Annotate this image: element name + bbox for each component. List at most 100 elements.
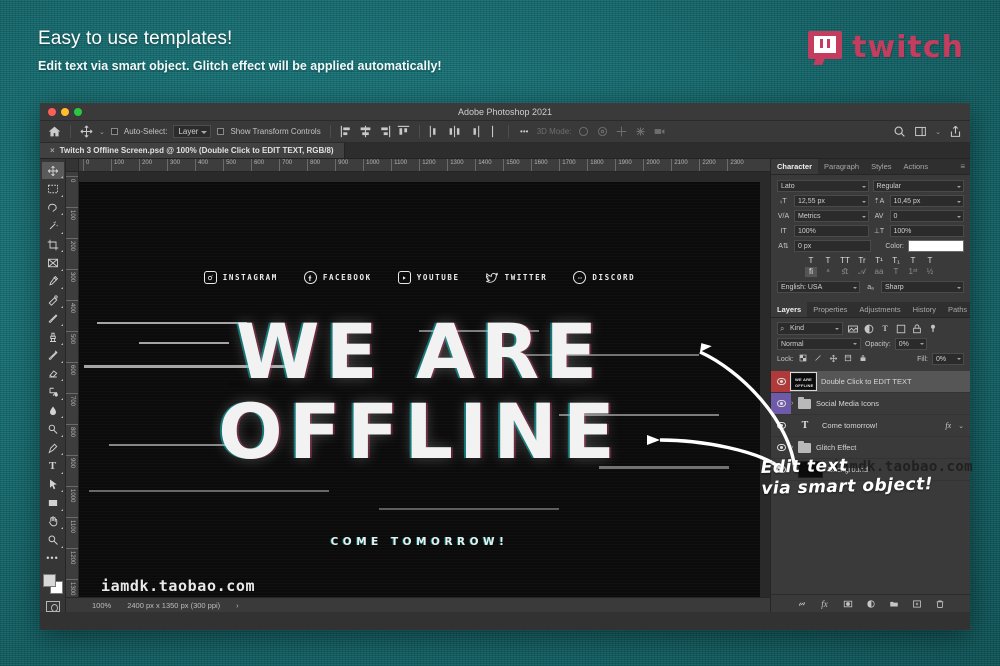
brush-tool[interactable] bbox=[42, 310, 64, 327]
color-swatches[interactable] bbox=[42, 573, 64, 594]
path-selection-tool[interactable] bbox=[42, 476, 64, 493]
foreground-color-swatch[interactable] bbox=[42, 573, 56, 587]
lock-position-icon[interactable] bbox=[828, 354, 839, 365]
zoom-tool[interactable] bbox=[42, 531, 64, 548]
lock-artboard-icon[interactable] bbox=[843, 354, 854, 364]
align-left-icon[interactable] bbox=[340, 125, 353, 138]
font-family-select[interactable]: Lato bbox=[777, 180, 869, 192]
hand-tool[interactable] bbox=[42, 513, 64, 530]
auto-select-checkbox[interactable] bbox=[110, 128, 118, 135]
adjustment-filter-icon[interactable] bbox=[863, 323, 875, 335]
delete-layer-icon[interactable] bbox=[934, 598, 945, 609]
kerning-field[interactable]: Metrics bbox=[794, 210, 869, 222]
tab-actions[interactable]: Actions bbox=[898, 159, 935, 174]
more-tools-icon[interactable]: ••• bbox=[42, 550, 64, 567]
vertical-scale-field[interactable]: 100% bbox=[794, 225, 869, 237]
more-options-icon[interactable]: ••• bbox=[518, 125, 531, 138]
layer-visibility-toggle[interactable] bbox=[771, 371, 791, 392]
pen-tool[interactable] bbox=[42, 439, 64, 456]
standard-ligatures-button[interactable]: fi bbox=[805, 267, 817, 277]
shape-tool[interactable] bbox=[42, 494, 64, 512]
align-center-h-icon[interactable] bbox=[359, 125, 372, 138]
gradient-tool[interactable] bbox=[42, 383, 64, 401]
type-filter-icon[interactable]: T bbox=[879, 323, 891, 335]
distribute-right-icon[interactable] bbox=[467, 125, 480, 138]
pixel-filter-icon[interactable] bbox=[847, 323, 859, 335]
small-caps-button[interactable]: Tr bbox=[856, 256, 868, 265]
distribute-left-icon[interactable] bbox=[429, 125, 442, 138]
language-select[interactable]: English: USA bbox=[777, 281, 860, 293]
tab-history[interactable]: History bbox=[907, 302, 942, 317]
layer-style-icon[interactable]: fx bbox=[819, 598, 830, 609]
distribute-center-icon[interactable] bbox=[448, 125, 461, 138]
group-expand-icon[interactable]: › bbox=[791, 444, 798, 451]
stylistic-alternates-button[interactable]: T bbox=[890, 267, 902, 277]
move-tool[interactable] bbox=[41, 162, 64, 180]
document-tab[interactable]: × Twitch 3 Offline Screen.psd @ 100% (Do… bbox=[40, 143, 345, 158]
underline-button[interactable]: T bbox=[907, 256, 919, 265]
italic-button[interactable]: T bbox=[822, 256, 834, 265]
dodge-tool[interactable] bbox=[42, 420, 64, 438]
layer-kind-filter[interactable]: Kind bbox=[777, 322, 843, 335]
lasso-tool[interactable] bbox=[42, 199, 64, 216]
align-right-icon[interactable] bbox=[378, 125, 391, 138]
ordinals-button[interactable]: 1ˢᵗ bbox=[907, 267, 919, 277]
canvas-viewport[interactable]: INSTAGRAM FACEBOOK YOUTUBE TWITTER DISCO… bbox=[79, 172, 770, 597]
chevron-down-icon[interactable]: ⌄ bbox=[958, 422, 964, 430]
adjustment-layer-icon[interactable] bbox=[865, 598, 876, 609]
subscript-button[interactable]: T₁ bbox=[890, 256, 902, 265]
tab-adjustments[interactable]: Adjustments bbox=[853, 302, 906, 317]
align-top-icon[interactable] bbox=[397, 125, 410, 138]
layer-effects-icon[interactable]: fx bbox=[945, 421, 951, 430]
layer-row[interactable]: WE ARE OFFLINE Double Click to EDIT TEXT bbox=[771, 371, 970, 393]
tab-character[interactable]: Character bbox=[771, 159, 819, 174]
opentype-buttons[interactable]: fi ᵃ ﬆ 𝒜 aa T 1ˢᵗ ½ bbox=[777, 267, 964, 277]
discretionary-ligatures-button[interactable]: ﬆ bbox=[839, 267, 851, 277]
smartobject-filter-icon[interactable] bbox=[911, 323, 923, 335]
workspace-icon[interactable] bbox=[914, 125, 927, 138]
layer-row[interactable]: › Social Media Icons bbox=[771, 393, 970, 415]
distribute-vertical-icon[interactable] bbox=[486, 125, 499, 138]
tab-properties[interactable]: Properties bbox=[807, 302, 853, 317]
layer-mask-icon[interactable] bbox=[842, 598, 853, 609]
anti-alias-select[interactable]: Sharp bbox=[881, 281, 964, 293]
lock-all-icon[interactable] bbox=[858, 354, 869, 364]
auto-select-scope-select[interactable]: Layer bbox=[173, 125, 212, 138]
tracking-field[interactable]: 0 bbox=[889, 210, 964, 222]
tab-paragraph[interactable]: Paragraph bbox=[818, 159, 865, 174]
bold-button[interactable]: T bbox=[805, 256, 817, 265]
lock-image-icon[interactable] bbox=[813, 354, 824, 364]
shape-filter-icon[interactable] bbox=[895, 323, 907, 335]
tab-layers[interactable]: Layers bbox=[771, 302, 808, 317]
home-icon[interactable] bbox=[48, 125, 61, 138]
contextual-alternates-button[interactable]: ᵃ bbox=[822, 267, 834, 277]
font-style-buttons[interactable]: T T TT Tr T¹ T₁ T T bbox=[777, 256, 964, 265]
text-color-swatch[interactable] bbox=[908, 240, 964, 252]
link-layers-icon[interactable] bbox=[796, 598, 807, 609]
superscript-button[interactable]: T¹ bbox=[873, 256, 885, 265]
layer-row[interactable]: T Come tomorrow! fx ⌄ bbox=[771, 415, 970, 437]
search-icon[interactable] bbox=[893, 125, 906, 138]
horizontal-scale-field[interactable]: 100% bbox=[889, 225, 964, 237]
lock-transparent-icon[interactable] bbox=[798, 354, 809, 364]
new-group-icon[interactable] bbox=[888, 598, 899, 609]
healing-brush-tool[interactable] bbox=[42, 291, 64, 309]
baseline-shift-field[interactable]: 0 px bbox=[794, 240, 872, 252]
crop-tool[interactable] bbox=[42, 236, 64, 253]
artwork-canvas[interactable]: INSTAGRAM FACEBOOK YOUTUBE TWITTER DISCO… bbox=[79, 182, 760, 597]
font-size-field[interactable]: 12,55 px bbox=[794, 195, 869, 207]
layer-visibility-toggle[interactable] bbox=[771, 437, 791, 458]
marquee-tool[interactable] bbox=[42, 180, 64, 198]
new-layer-icon[interactable] bbox=[911, 598, 922, 609]
font-style-select[interactable]: Regular bbox=[872, 180, 964, 192]
close-icon[interactable]: × bbox=[50, 146, 55, 155]
layer-visibility-toggle[interactable] bbox=[771, 393, 791, 414]
frame-tool[interactable] bbox=[42, 254, 64, 272]
fill-field[interactable]: 0% bbox=[932, 353, 964, 365]
all-caps-button[interactable]: TT bbox=[839, 256, 851, 265]
leading-field[interactable]: 10,45 px bbox=[889, 195, 964, 207]
strikethrough-button[interactable]: T bbox=[924, 256, 936, 265]
share-icon[interactable] bbox=[949, 125, 962, 138]
zoom-level[interactable]: 100% bbox=[92, 601, 111, 610]
quick-selection-tool[interactable] bbox=[42, 217, 64, 235]
